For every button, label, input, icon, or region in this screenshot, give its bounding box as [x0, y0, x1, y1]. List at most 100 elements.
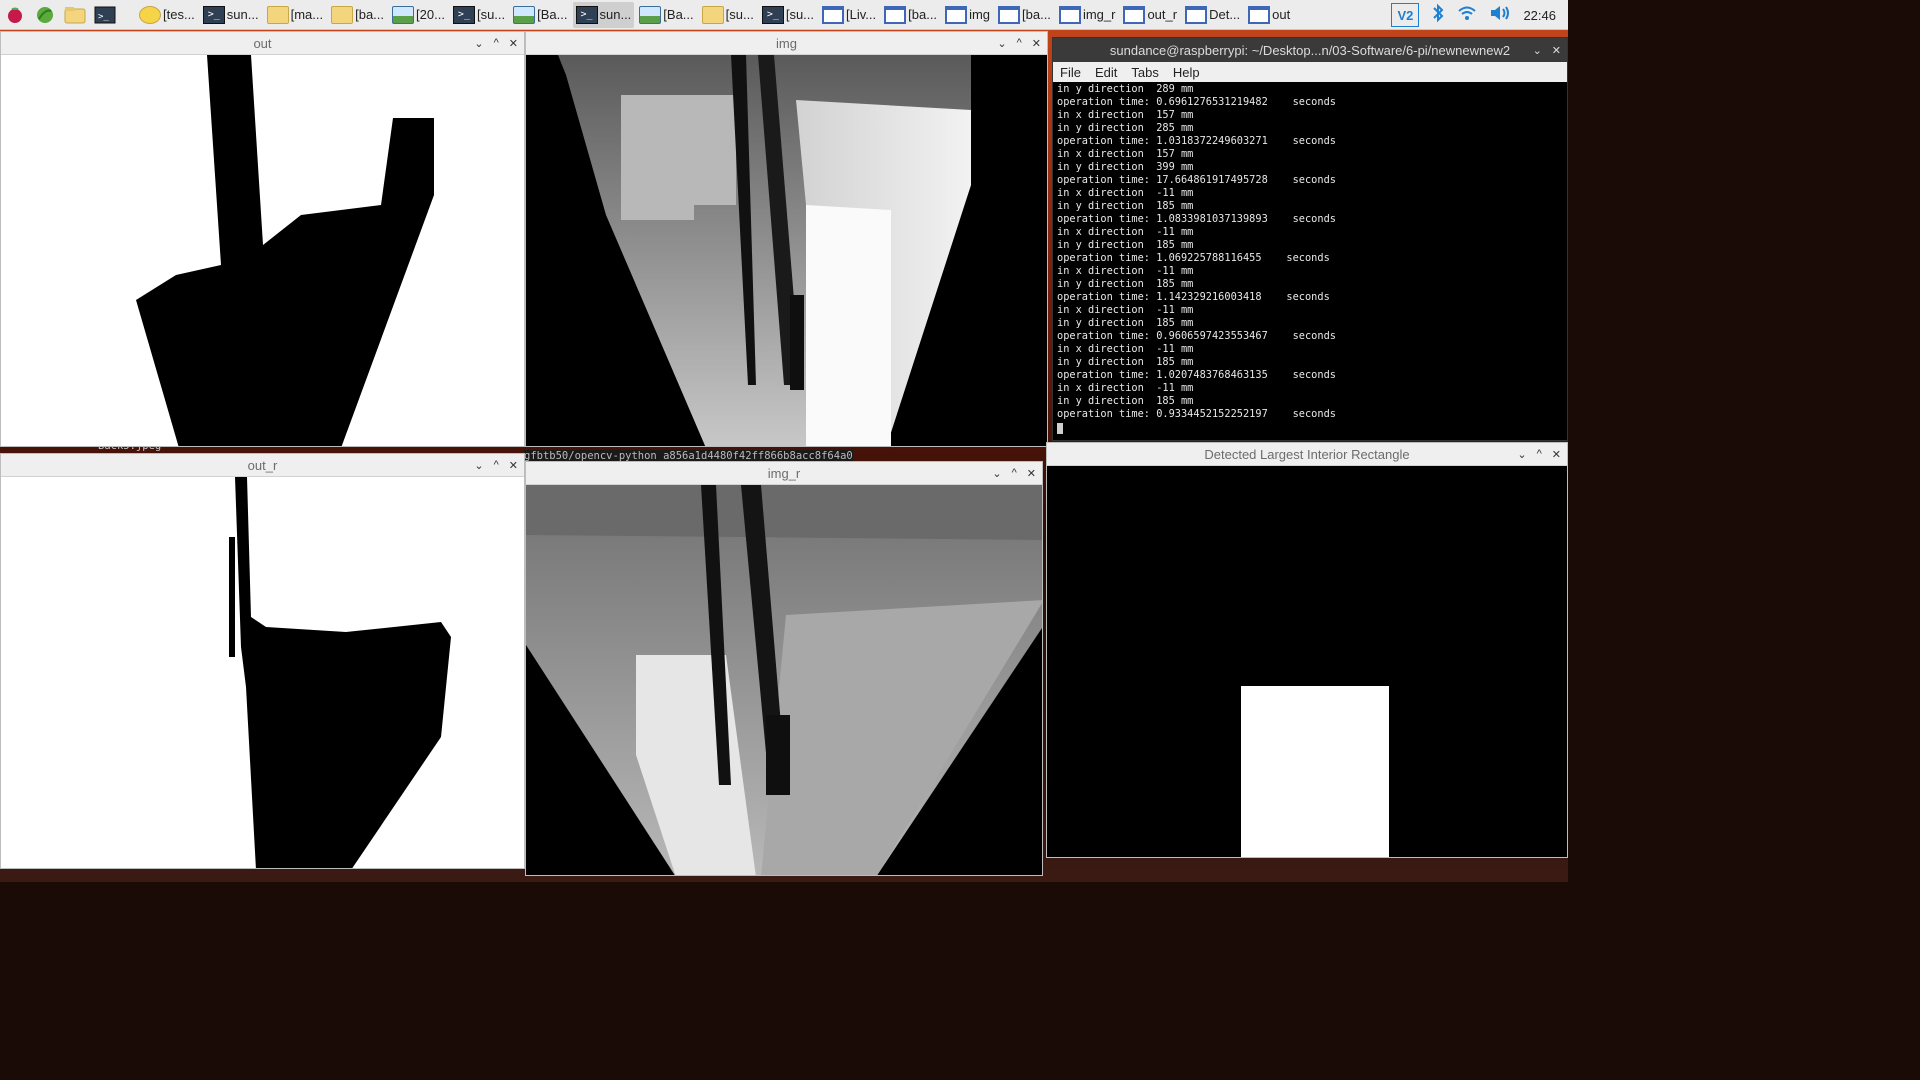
- detected-rectangle: [1241, 686, 1389, 857]
- taskbar-item[interactable]: [tes...: [136, 2, 198, 28]
- terminal-line: in y direction 285 mm: [1057, 122, 1194, 134]
- terminal-line: operation time: 1.069225788116455 second…: [1057, 252, 1330, 264]
- title-bar[interactable]: out_r ⌄ ^ ✕: [1, 454, 524, 477]
- window-menu-icon[interactable]: ⌄: [474, 459, 483, 472]
- window-img[interactable]: img ⌄ ^ ✕: [525, 31, 1048, 447]
- taskbar-window-list: [tes... >_ sun... [ma... [ba... [20... >_ [su..…: [136, 1, 1295, 28]
- window-title: sundance@raspberrypi: ~/Desktop...n/03-S…: [1109, 42, 1511, 58]
- terminal-line: operation time: 0.9334452152252197 secon…: [1057, 408, 1336, 420]
- close-icon[interactable]: ✕: [509, 459, 518, 472]
- image-canvas: [1, 55, 524, 446]
- file-manager-icon[interactable]: [64, 4, 86, 26]
- image-canvas: [526, 55, 1047, 446]
- window-menu-icon[interactable]: ⌄: [992, 467, 1001, 480]
- python-icon: [139, 5, 161, 24]
- window-out[interactable]: out ⌄ ^ ✕: [0, 31, 525, 447]
- window-out-r[interactable]: out_r ⌄ ^ ✕: [0, 453, 525, 869]
- raspberry-menu-icon[interactable]: [4, 4, 26, 26]
- taskbar-item-label: [su...: [725, 7, 754, 22]
- taskbar-item[interactable]: [Ba...: [510, 2, 570, 28]
- menu-edit[interactable]: Edit: [1095, 65, 1117, 80]
- volume-icon[interactable]: [1489, 4, 1511, 27]
- title-bar[interactable]: Detected Largest Interior Rectangle ⌄ ^ …: [1047, 443, 1567, 466]
- title-bar[interactable]: img_r ⌄ ^ ✕: [526, 462, 1042, 485]
- terminal-line: in y direction 185 mm: [1057, 239, 1194, 251]
- wifi-icon[interactable]: [1457, 4, 1477, 27]
- title-bar[interactable]: sundance@raspberrypi: ~/Desktop...n/03-S…: [1053, 38, 1567, 63]
- taskbar-item[interactable]: [20...: [389, 2, 448, 28]
- taskbar-item[interactable]: out_r: [1120, 2, 1180, 28]
- window-title: img: [776, 35, 797, 51]
- taskbar-item[interactable]: >_ sun...: [200, 2, 262, 28]
- taskbar-item[interactable]: [su...: [699, 2, 757, 28]
- maximize-icon[interactable]: ^: [1017, 37, 1022, 49]
- terminal-line: operation time: 1.0207483768463135 secon…: [1057, 369, 1336, 381]
- taskbar-item-label: img_r: [1082, 7, 1116, 22]
- taskbar-item[interactable]: [ma...: [264, 2, 327, 28]
- close-icon[interactable]: ✕: [1032, 37, 1041, 50]
- taskbar-item-label: out: [1272, 7, 1291, 22]
- vnc-icon[interactable]: V2: [1391, 3, 1420, 27]
- close-icon[interactable]: ✕: [509, 37, 518, 50]
- window-menu-icon[interactable]: ⌄: [1533, 44, 1542, 57]
- menu-tabs[interactable]: Tabs: [1131, 65, 1158, 80]
- browser-icon[interactable]: [34, 4, 56, 26]
- grayscale-rotated-image: [526, 485, 1042, 875]
- window-img-r[interactable]: img_r ⌄ ^ ✕: [525, 461, 1043, 876]
- close-icon[interactable]: ✕: [1027, 467, 1036, 480]
- terminal-line: operation time: 1.0833981037139893 secon…: [1057, 213, 1336, 225]
- taskbar-item[interactable]: [Liv...: [819, 2, 879, 28]
- close-icon[interactable]: ✕: [1552, 448, 1561, 461]
- title-bar[interactable]: out ⌄ ^ ✕: [1, 32, 524, 55]
- folder-icon: [331, 5, 354, 24]
- taskbar-item[interactable]: out: [1245, 2, 1293, 28]
- window-title: Detected Largest Interior Rectangle: [1204, 446, 1410, 462]
- maximize-icon[interactable]: ^: [494, 37, 499, 49]
- taskbar-item-label: [su...: [785, 7, 815, 22]
- taskbar-item[interactable]: >_ [su...: [450, 2, 508, 28]
- taskbar-item[interactable]: img: [942, 2, 993, 28]
- window-menu-icon[interactable]: ⌄: [474, 37, 483, 50]
- image-icon: [392, 5, 415, 24]
- taskbar-item-label: [Ba...: [663, 7, 694, 22]
- terminal-icon: >_: [761, 5, 784, 24]
- terminal-line: operation time: 0.6961276531219482 secon…: [1057, 96, 1336, 108]
- image-canvas: [1047, 466, 1567, 857]
- terminal-line: operation time: 0.9606597423553467 secon…: [1057, 330, 1336, 342]
- terminal-output[interactable]: in y direction 289 mm operation time: 0.6…: [1053, 82, 1567, 440]
- binary-mask-image: [136, 55, 434, 446]
- taskbar-item[interactable]: [ba...: [995, 2, 1054, 28]
- close-icon[interactable]: ✕: [1552, 44, 1561, 57]
- taskbar-item[interactable]: Det...: [1182, 2, 1243, 28]
- maximize-icon[interactable]: ^: [1537, 448, 1542, 460]
- folder-icon: [701, 5, 724, 24]
- window-detected-rectangle[interactable]: Detected Largest Interior Rectangle ⌄ ^ …: [1046, 442, 1568, 858]
- folder-icon: [266, 5, 289, 24]
- terminal-icon: >_: [202, 5, 225, 24]
- taskbar-item[interactable]: [Ba...: [636, 2, 696, 28]
- maximize-icon[interactable]: ^: [1012, 467, 1017, 479]
- window-menu-icon[interactable]: ⌄: [1517, 448, 1526, 461]
- terminal-line: in x direction -11 mm: [1057, 226, 1194, 238]
- window-menu-icon[interactable]: ⌄: [997, 37, 1006, 50]
- taskbar-item[interactable]: img_r: [1056, 2, 1119, 28]
- terminal-icon[interactable]: >_: [94, 4, 116, 26]
- menu-help[interactable]: Help: [1173, 65, 1200, 80]
- system-tray: V2 22:46: [1385, 0, 1568, 30]
- maximize-icon[interactable]: ^: [494, 459, 499, 471]
- taskbar-item-label: sun...: [226, 7, 259, 22]
- taskbar-item[interactable]: [ba...: [328, 2, 387, 28]
- window-terminal[interactable]: sundance@raspberrypi: ~/Desktop...n/03-S…: [1052, 37, 1568, 441]
- clock[interactable]: 22:46: [1523, 8, 1556, 23]
- taskbar-item[interactable]: [ba...: [881, 2, 940, 28]
- bluetooth-icon[interactable]: [1431, 3, 1445, 28]
- title-bar[interactable]: img ⌄ ^ ✕: [526, 32, 1047, 55]
- terminal-line: in y direction 185 mm: [1057, 395, 1194, 407]
- terminal-line: in x direction 157 mm: [1057, 109, 1194, 121]
- svg-text:>_: >_: [98, 12, 109, 22]
- window-title: out_r: [247, 457, 278, 473]
- menu-file[interactable]: File: [1060, 65, 1081, 80]
- terminal-line: in x direction -11 mm: [1057, 265, 1194, 277]
- taskbar-item[interactable]: >_ sun...: [572, 1, 635, 28]
- taskbar-item[interactable]: >_ [su...: [759, 2, 817, 28]
